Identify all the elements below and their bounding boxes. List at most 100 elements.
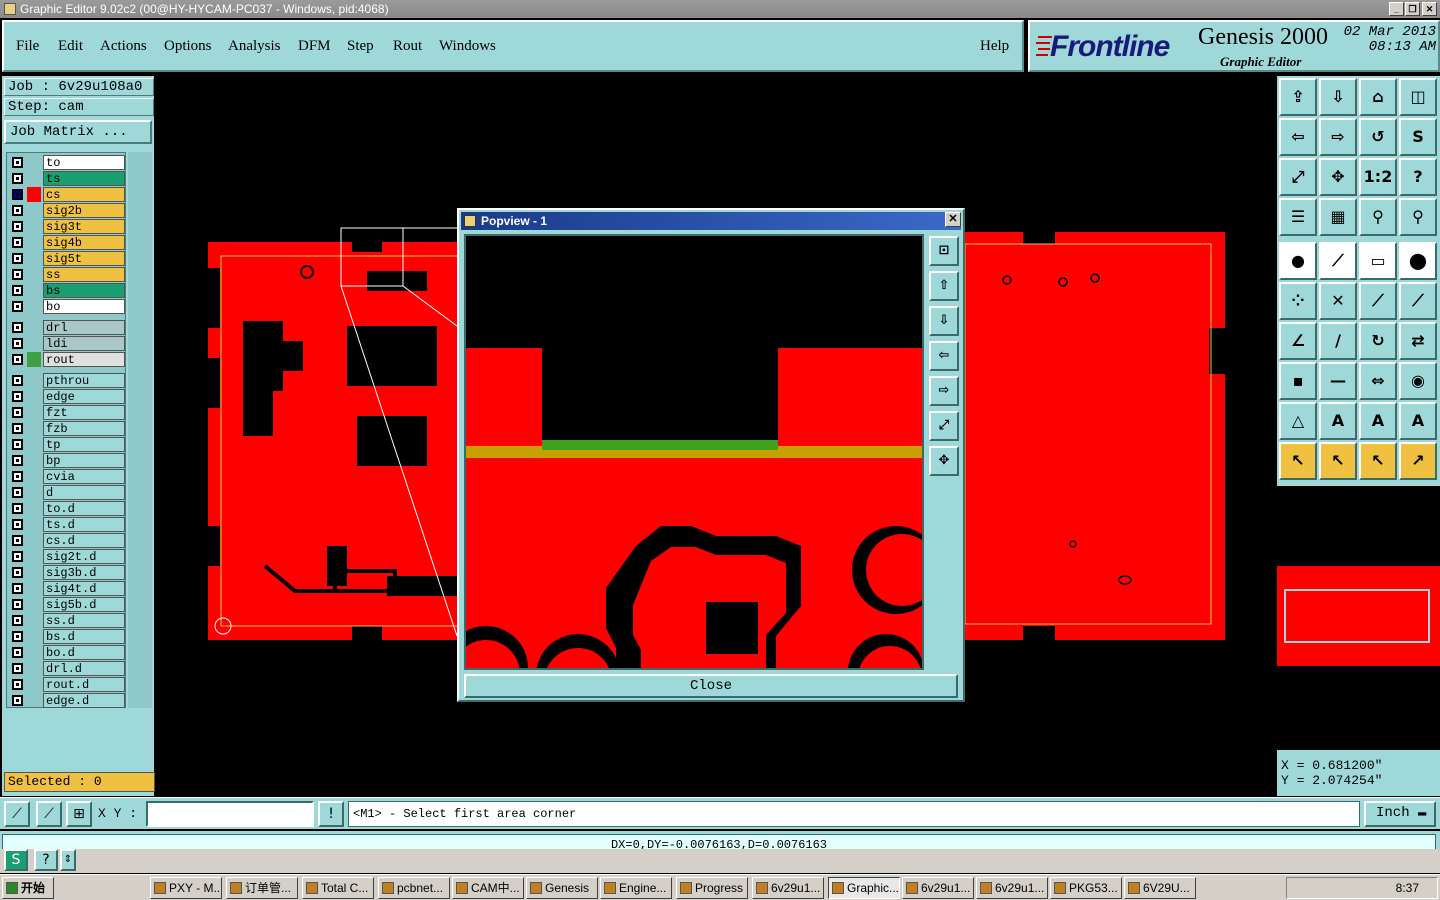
help-query-icon[interactable]: ? [34, 849, 58, 871]
layer-checkbox[interactable] [12, 189, 23, 200]
layer-color-swatch[interactable] [27, 352, 41, 367]
layer-name[interactable]: rout [43, 352, 125, 367]
layer-checkbox[interactable] [12, 679, 23, 690]
layer-color-swatch[interactable] [27, 235, 41, 250]
menu-help[interactable]: Help [980, 38, 1009, 55]
pointer-icon[interactable]: ↖ [1279, 442, 1317, 480]
task-item[interactable]: 6v29u1... [902, 877, 974, 899]
layer-name[interactable]: drl [43, 320, 125, 335]
line-draw-icon[interactable]: ⟋ [1319, 242, 1357, 280]
layer-name[interactable]: cvia [43, 469, 125, 484]
layer-color-swatch[interactable] [27, 251, 41, 266]
layer-row[interactable]: to [9, 155, 125, 170]
layer-color-swatch[interactable] [27, 421, 41, 436]
task-item[interactable]: Genesis [526, 877, 598, 899]
layer-checkbox[interactable] [12, 322, 23, 333]
layer-checkbox[interactable] [12, 338, 23, 349]
job-matrix-button[interactable]: Job Matrix ... [4, 120, 152, 144]
layer-name[interactable]: cs [43, 187, 125, 202]
layer-row[interactable]: ldi [9, 336, 125, 351]
layer-checkbox[interactable] [12, 455, 23, 466]
layer-color-swatch[interactable] [27, 299, 41, 314]
layer-row[interactable]: sig2b [9, 203, 125, 218]
layer-name[interactable]: sig5t [43, 251, 125, 266]
layer-row[interactable]: sig3b.d [9, 565, 125, 580]
layer-name[interactable]: fzt [43, 405, 125, 420]
layer-row[interactable]: sig4t.d [9, 581, 125, 596]
layer-checkbox[interactable] [12, 663, 23, 674]
layer-checkbox[interactable] [12, 615, 23, 626]
task-item[interactable]: Engine... [600, 877, 672, 899]
layer-name[interactable]: sig3t [43, 219, 125, 234]
resize-icon[interactable]: ⇔ [1359, 362, 1397, 400]
pad-select-icon[interactable]: ● [1279, 242, 1317, 280]
layer-color-swatch[interactable] [27, 155, 41, 170]
spin-icon[interactable]: ⇕ [60, 849, 76, 871]
layer-row[interactable]: cvia [9, 469, 125, 484]
layer-checkbox[interactable] [12, 535, 23, 546]
zoom-down-icon[interactable]: ⇩ [1319, 78, 1357, 116]
app-s-icon[interactable]: S [4, 849, 28, 871]
layer-row[interactable]: sig2t.d [9, 549, 125, 564]
popview-close-button[interactable]: Close [464, 674, 958, 698]
layer-color-swatch[interactable] [27, 565, 41, 580]
layer-checkbox[interactable] [12, 567, 23, 578]
layer-row[interactable]: pthrou [9, 373, 125, 388]
layer-checkbox[interactable] [12, 269, 23, 280]
pointer-select-icon[interactable]: ↖ [1319, 442, 1357, 480]
layer-name[interactable]: sig4t.d [43, 581, 125, 596]
menu-analysis[interactable]: Analysis [228, 38, 281, 55]
zoom-center-icon[interactable]: ✥ [1319, 158, 1357, 196]
layer-color-swatch[interactable] [27, 389, 41, 404]
layer-name[interactable]: sig3b.d [43, 565, 125, 580]
layer-row[interactable]: to.d [9, 501, 125, 516]
layer-checkbox[interactable] [12, 439, 23, 450]
net-icon[interactable]: ⁘ [1279, 282, 1317, 320]
triangle-icon[interactable]: △ [1279, 402, 1317, 440]
task-item[interactable]: 6V29U... [1124, 877, 1196, 899]
layer-row[interactable]: drl [9, 320, 125, 335]
pad-icon[interactable]: ⬤ [1399, 242, 1437, 280]
layer-color-swatch[interactable] [27, 336, 41, 351]
layer-list-scrollbar[interactable] [128, 152, 152, 708]
popview-zoom-view[interactable] [466, 236, 922, 668]
layer-name[interactable]: bo.d [43, 645, 125, 660]
angle-icon[interactable]: ∠ [1279, 322, 1317, 360]
popview-pan-left-button[interactable]: ⇦ [929, 341, 959, 371]
layer-name[interactable]: pthrou [43, 373, 125, 388]
layer-color-swatch[interactable] [27, 693, 41, 708]
task-item[interactable]: 订单管... [226, 877, 298, 899]
layer-color-swatch[interactable] [27, 187, 41, 202]
popview-zoom-in-button[interactable]: ⤢ [929, 411, 959, 441]
layer-checkbox[interactable] [12, 375, 23, 386]
menu-options[interactable]: Options [164, 38, 212, 55]
layer-checkbox[interactable] [12, 695, 23, 706]
zoom-1-2-icon[interactable]: 1:2 [1359, 158, 1397, 196]
layer-name[interactable]: ss [43, 267, 125, 282]
layer-color-swatch[interactable] [27, 320, 41, 335]
pan-left-icon[interactable]: ⇦ [1279, 118, 1317, 156]
layer-name[interactable]: ts [43, 171, 125, 186]
start-button[interactable]: 开始 [2, 877, 54, 899]
layer-color-swatch[interactable] [27, 661, 41, 676]
home-icon[interactable]: ⌂ [1359, 78, 1397, 116]
layer-row[interactable]: fzb [9, 421, 125, 436]
layer-color-swatch[interactable] [27, 677, 41, 692]
ruler-icon[interactable]: ▭ [1359, 242, 1397, 280]
layer-color-swatch[interactable] [27, 501, 41, 516]
task-item[interactable]: PXY - M... [150, 877, 222, 899]
arc-icon[interactable]: ↻ [1359, 322, 1397, 360]
layer-row[interactable]: bo [9, 299, 125, 314]
window-split-icon[interactable]: ◫ [1399, 78, 1437, 116]
layer-checkbox[interactable] [12, 205, 23, 216]
pointer-area-icon[interactable]: ↖ [1359, 442, 1397, 480]
task-item[interactable]: CAM中... [452, 877, 524, 899]
xy-input[interactable] [146, 801, 314, 827]
layer-checkbox[interactable] [12, 423, 23, 434]
layer-row[interactable]: fzt [9, 405, 125, 420]
layer-color-swatch[interactable] [27, 267, 41, 282]
layer-color-swatch[interactable] [27, 629, 41, 644]
layer-name[interactable]: cs.d [43, 533, 125, 548]
layer-checkbox[interactable] [12, 583, 23, 594]
move-icon[interactable]: ▪ [1279, 362, 1317, 400]
